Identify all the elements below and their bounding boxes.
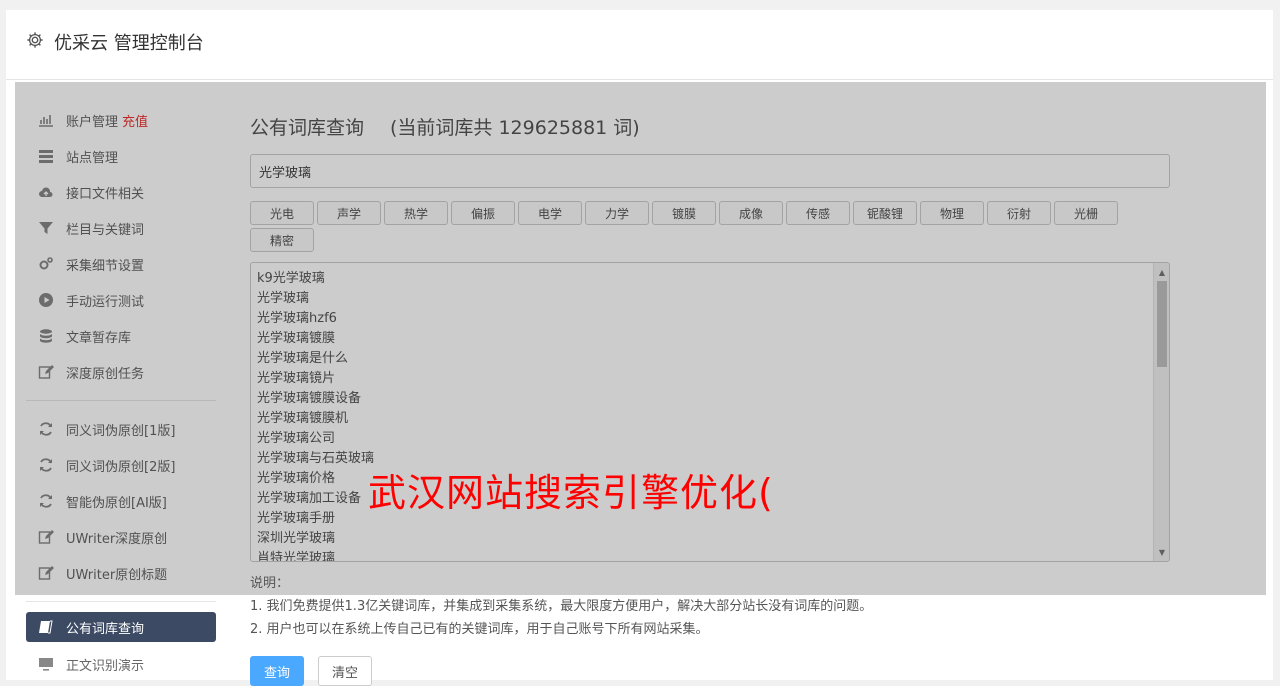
edit-icon [36, 364, 56, 380]
sidebar-divider [26, 601, 216, 602]
refresh-icon [36, 493, 56, 509]
sidebar: 账户管理 充值站点管理接口文件相关 栏目与关键词 采集细节设置 手动运行测试 文章暂存库深… [26, 102, 216, 682]
tag-button[interactable]: 电学 [518, 201, 582, 225]
list-item: 深圳光学玻璃 [257, 531, 336, 546]
sidebar-item[interactable]: 正文识别演示 [26, 646, 216, 682]
sidebar-item-label: 接口文件相关 [66, 186, 145, 202]
brand: 优采云 管理控制台 [26, 30, 204, 54]
refresh-icon [36, 421, 56, 437]
sidebar-item[interactable]: 同义词伪原创[1版] [26, 411, 216, 447]
list-item: 光学玻璃公司 [257, 431, 336, 446]
sidebar-item[interactable]: 智能伪原创[AI版] [26, 483, 216, 519]
tag-button[interactable]: 传感 [786, 201, 850, 225]
list-item: k9光学玻璃 [257, 271, 325, 286]
sidebar-item-label: 正文识别演示 [66, 658, 145, 674]
word-count: (当前词库共 129625881 词) [390, 116, 640, 139]
sidebar-item-label: 同义词伪原创[2版] [66, 459, 176, 475]
tag-button[interactable]: 镀膜 [652, 201, 716, 225]
tag-button[interactable]: 物理 [920, 201, 984, 225]
refresh-icon [36, 457, 56, 473]
results-scrollbar[interactable]: ▲ ▼ [1153, 263, 1169, 561]
top-bar: 优采云 管理控制台 [6, 10, 1273, 80]
database-icon [36, 328, 56, 344]
list-item: 光学玻璃镀膜 [257, 331, 336, 346]
sidebar-item[interactable]: 站点管理 [26, 138, 216, 174]
action-buttons: 查询 清空 [250, 656, 372, 686]
sidebar-item-label: 采集细节设置 [66, 258, 145, 274]
scroll-thumb[interactable] [1157, 281, 1167, 367]
tag-button[interactable]: 声学 [317, 201, 381, 225]
edit-icon [36, 565, 56, 581]
gear-icon [26, 31, 44, 54]
tag-button[interactable]: 光栅 [1054, 201, 1118, 225]
query-button[interactable]: 查询 [250, 656, 304, 686]
bar-chart-icon [36, 112, 56, 128]
gears-icon [36, 256, 56, 272]
tag-button[interactable]: 热学 [384, 201, 448, 225]
edit-icon [36, 529, 56, 545]
watermark-text: 武汉网站搜索引擎优化( [368, 471, 774, 515]
sidebar-item[interactable]: UWriter深度原创 [26, 519, 216, 555]
sidebar-item[interactable]: 深度原创任务 [26, 354, 216, 390]
sidebar-item[interactable]: 账户管理 充值 [26, 102, 216, 138]
monitor-icon [36, 656, 56, 672]
list-item: 光学玻璃镀膜机 [257, 411, 349, 426]
scroll-down-icon[interactable]: ▼ [1154, 545, 1169, 559]
tag-button[interactable]: 成像 [719, 201, 783, 225]
book-icon [36, 619, 56, 635]
notes: 说明： 1. 我们免费提供1.3亿关键词库，并集成到采集系统，最大限度方便用户，… [250, 572, 872, 641]
play-icon [36, 292, 56, 308]
sidebar-item-label: 账户管理 [66, 114, 119, 130]
sidebar-item[interactable]: 文章暂存库 [26, 318, 216, 354]
sidebar-item[interactable]: 采集细节设置 [26, 246, 216, 282]
sidebar-item-label: 文章暂存库 [66, 330, 132, 346]
note-line: 2. 用户也可以在系统上传自己已有的关键词库，用于自己账号下所有网站采集。 [250, 622, 709, 637]
notes-title: 说明： [250, 576, 290, 591]
keyword-search-input[interactable] [250, 154, 1170, 188]
page-title-text: 公有词库查询 [250, 116, 365, 139]
sidebar-item-label: 深度原创任务 [66, 366, 145, 382]
tag-button[interactable]: 光电 [250, 201, 314, 225]
cloud-upload-icon [36, 184, 56, 200]
tag-button[interactable]: 精密 [250, 228, 314, 252]
tag-list: 光电 声学 热学 偏振 电学 力学 镀膜 成像 传感 铌酸锂 物理 衍射 光栅精密 [250, 201, 1170, 252]
results-list[interactable]: k9光学玻璃 光学玻璃 光学玻璃hzf6 光学玻璃镀膜 光学玻璃是什么 光学玻璃镜片 光学玻… [250, 262, 1170, 562]
sidebar-item[interactable]: 接口文件相关 [26, 174, 216, 210]
clear-button[interactable]: 清空 [318, 656, 372, 686]
filter-icon [36, 220, 56, 236]
list-item: 光学玻璃是什么 [257, 351, 349, 366]
sidebar-item-label: 栏目与关键词 [66, 222, 145, 238]
sidebar-divider [26, 400, 216, 401]
tag-button[interactable]: 衍射 [987, 201, 1051, 225]
list-item: 光学玻璃镀膜设备 [257, 391, 362, 406]
page-title: 公有词库查询 (当前词库共 129625881 词) [250, 112, 1170, 140]
sidebar-item-label: 站点管理 [66, 150, 119, 166]
page-scrollbar[interactable] [1273, 0, 1280, 676]
sidebar-item[interactable]: 栏目与关键词 [26, 210, 216, 246]
sidebar-item[interactable]: UWriter原创标题 [26, 555, 216, 591]
tag-button[interactable]: 力学 [585, 201, 649, 225]
sidebar-item[interactable]: 手动运行测试 [26, 282, 216, 318]
tag-button[interactable]: 铌酸锂 [853, 201, 917, 225]
sidebar-item[interactable]: 同义词伪原创[2版] [26, 447, 216, 483]
list-item: 光学玻璃hzf6 [257, 311, 337, 326]
app-title: 优采云 管理控制台 [54, 33, 204, 54]
recharge-link[interactable]: 充值 [122, 111, 148, 130]
list-item: 肖特光学玻璃 [257, 551, 336, 562]
sidebar-item-label: 智能伪原创[AI版] [66, 495, 167, 511]
sidebar-item-label: 同义词伪原创[1版] [66, 423, 176, 439]
list-item: 光学玻璃镜片 [257, 371, 336, 386]
sidebar-item-label: 手动运行测试 [66, 294, 145, 310]
tag-button[interactable]: 偏振 [451, 201, 515, 225]
sidebar-item-label: UWriter原创标题 [66, 567, 168, 583]
sidebar-item[interactable]: 公有词库查询 [26, 612, 216, 642]
sidebar-item-label: UWriter深度原创 [66, 531, 168, 547]
note-line: 1. 我们免费提供1.3亿关键词库，并集成到采集系统，最大限度方便用户，解决大部… [250, 599, 873, 614]
scroll-up-icon[interactable]: ▲ [1154, 265, 1169, 279]
list-item: 光学玻璃 [257, 291, 310, 306]
sidebar-item-label: 公有词库查询 [66, 621, 145, 637]
server-icon [36, 148, 56, 164]
